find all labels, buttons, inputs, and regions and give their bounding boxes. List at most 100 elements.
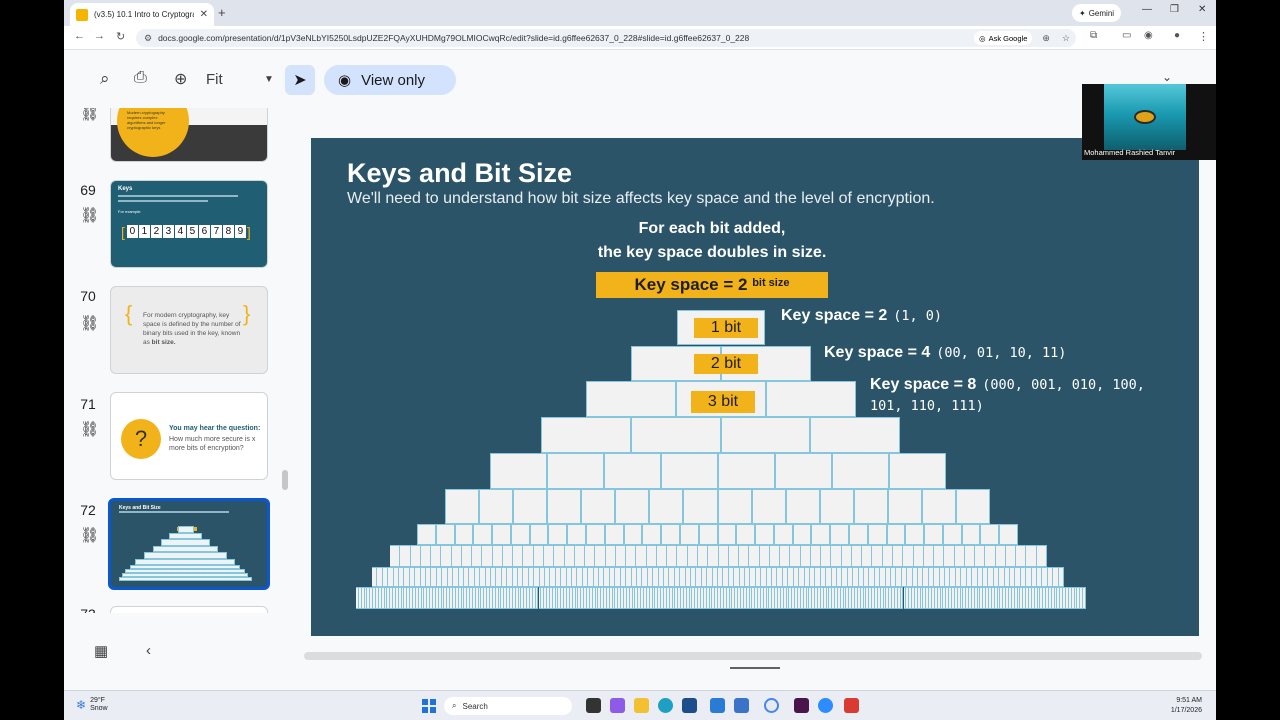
- view-only-button[interactable]: ◉ View only: [324, 65, 456, 95]
- slide-thumbnail[interactable]: ? You may hear the question: How much mo…: [110, 392, 268, 480]
- extensions-icon[interactable]: ⧉: [1090, 30, 1097, 41]
- tab-slides[interactable]: (v3.5) 10.1 Intro to Cryptograph ✕: [70, 3, 214, 26]
- drag-handle[interactable]: [730, 667, 780, 669]
- slide-number: 72: [80, 502, 96, 518]
- gemini-button[interactable]: ✦ Gemini: [1072, 4, 1122, 22]
- pyramid-block: [595, 545, 606, 567]
- filmstrip-item[interactable]: 71 ⛓ ? You may hear the question: How mu…: [64, 392, 284, 488]
- ask-google-button[interactable]: ◎ Ask Google: [974, 31, 1033, 45]
- taskbar-search[interactable]: ⌕ Search: [444, 697, 572, 715]
- collapse-menu-icon[interactable]: ⌄: [1162, 70, 1172, 84]
- pyramid-block: [999, 524, 1018, 545]
- zoom-icon[interactable]: ⊕: [1042, 33, 1050, 44]
- filmstrip-item-selected[interactable]: 72 ⛓ Keys and Bit Size: [64, 498, 284, 596]
- thumb-pyramid-row: [119, 576, 253, 581]
- bracket-icon: [: [121, 224, 125, 240]
- address-bar[interactable]: ⚙ docs.google.com/presentation/d/1pV3eNL…: [136, 29, 1076, 47]
- site-info-icon[interactable]: ⚙: [144, 33, 152, 44]
- pyramid-block: [451, 545, 462, 567]
- edge-icon[interactable]: [658, 698, 673, 713]
- close-window-icon[interactable]: ✕: [1198, 4, 1206, 15]
- media-icon[interactable]: ◉: [1144, 30, 1153, 41]
- print-icon[interactable]: ⎙: [134, 69, 147, 87]
- pyramid-block: [510, 524, 530, 545]
- horizontal-scrollbar[interactable]: [304, 652, 1202, 660]
- slack-icon[interactable]: [794, 698, 809, 713]
- app-icon[interactable]: [710, 698, 725, 713]
- pyramid-block: [955, 489, 990, 524]
- pyramid-block: [848, 524, 868, 545]
- forward-icon[interactable]: →: [94, 30, 105, 42]
- copilot-icon[interactable]: [610, 698, 625, 713]
- slide-thumbnail[interactable]: Modern cryptography requires complex alg…: [110, 108, 268, 162]
- slide-thumbnail[interactable]: [110, 606, 268, 613]
- ask-google-label: Ask Google: [988, 33, 1028, 43]
- digit-box: 3: [162, 225, 174, 238]
- windows-start-icon[interactable]: [422, 699, 436, 713]
- bookmark-star-icon[interactable]: ☆: [1062, 33, 1070, 44]
- profile-avatar-icon[interactable]: ●: [1174, 30, 1180, 41]
- reload-icon[interactable]: ↻: [116, 30, 125, 43]
- key-space-formula: Key space = 2 bit size: [596, 272, 828, 298]
- pyramid-block: [882, 545, 894, 567]
- slide-thumbnail[interactable]: Keys and Bit Size: [108, 498, 270, 590]
- link-icon: ⛓: [80, 108, 100, 122]
- pyramid-block: [649, 489, 684, 524]
- grid-view-icon[interactable]: ▦: [94, 642, 108, 660]
- store-icon[interactable]: [682, 698, 697, 713]
- pyramid-block: [785, 489, 820, 524]
- filmstrip-item[interactable]: ⛓ Modern cryptography requires complex a…: [64, 108, 284, 164]
- bit-label-3: 3 bit: [691, 391, 755, 413]
- pyramid-block: [513, 489, 548, 524]
- thumb-line: [118, 200, 208, 202]
- pyramid-block: [942, 524, 962, 545]
- slide-subtitle: We'll need to understand how bit size af…: [347, 190, 935, 207]
- thumb-text: For modern cryptography, key space is de…: [143, 311, 241, 347]
- browser-window: (v3.5) 10.1 Intro to Cryptograph ✕ + ✦Ge…: [64, 0, 1216, 690]
- maximize-icon[interactable]: ❐: [1170, 4, 1179, 15]
- close-tab-icon[interactable]: ✕: [200, 9, 208, 20]
- slide-title: Keys and Bit Size: [347, 158, 573, 188]
- filmstrip-scrollbar[interactable]: [282, 470, 288, 490]
- task-view-icon[interactable]: [586, 698, 601, 713]
- pyramid-block: [482, 545, 493, 567]
- file-explorer-icon[interactable]: [634, 698, 649, 713]
- minimize-icon[interactable]: —: [1142, 4, 1152, 15]
- new-tab-icon[interactable]: +: [218, 5, 226, 20]
- mail-icon[interactable]: [734, 698, 749, 713]
- filmstrip-item[interactable]: 73: [64, 606, 284, 613]
- weather-widget[interactable]: ❄ 29°F Snow: [76, 697, 108, 713]
- slide-thumbnail[interactable]: { } For modern cryptography, key space i…: [110, 286, 268, 374]
- pyramid-block: [755, 524, 774, 545]
- pyramid-block: [431, 545, 442, 567]
- pyramid-block: [554, 545, 565, 567]
- system-clock[interactable]: 9:51 AM 1/17/2026: [1171, 696, 1202, 716]
- zoom-dropdown-icon[interactable]: ▼: [264, 74, 274, 85]
- select-pointer-button[interactable]: ➤: [285, 65, 315, 95]
- app-icon[interactable]: [844, 698, 859, 713]
- back-icon[interactable]: ←: [74, 30, 85, 42]
- slide-thumbnail[interactable]: Keys For example: [0 1 2 3 4 5 6 7 8 9]: [110, 180, 268, 268]
- filmstrip-item[interactable]: 70 ⛓ { } For modern cryptography, key sp…: [64, 286, 284, 380]
- zoom-value[interactable]: Fit: [206, 71, 223, 88]
- zoom-app-icon[interactable]: [818, 698, 833, 713]
- filmstrip-item[interactable]: 69 ⛓ Keys For example: [0 1 2 3 4 5 6 7 8 9]: [64, 180, 284, 272]
- digit-box: 2: [150, 225, 162, 238]
- thumb-line: [118, 195, 238, 197]
- menu-dots-icon[interactable]: ⋮: [1198, 30, 1209, 43]
- weather-condition: Snow: [90, 705, 108, 712]
- pyramid-block: [630, 417, 721, 453]
- zoom-icon[interactable]: ⊕: [174, 69, 187, 89]
- pyramid-block: [811, 524, 831, 545]
- cast-icon[interactable]: ▭: [1122, 30, 1131, 41]
- thumb-text-b: bit size.: [151, 339, 176, 346]
- chrome-icon[interactable]: [764, 698, 779, 713]
- video-tile[interactable]: Mohammed Rashied Tanvir: [1082, 84, 1216, 160]
- slide-number: 70: [80, 288, 96, 304]
- clock-date: 1/17/2026: [1170, 707, 1202, 714]
- slide-number: 71: [80, 396, 96, 412]
- search-icon[interactable]: ⌕: [100, 69, 110, 89]
- pyramid-block: [636, 545, 647, 567]
- pyramid-block: [615, 545, 627, 567]
- collapse-filmstrip-icon[interactable]: ‹: [146, 642, 151, 659]
